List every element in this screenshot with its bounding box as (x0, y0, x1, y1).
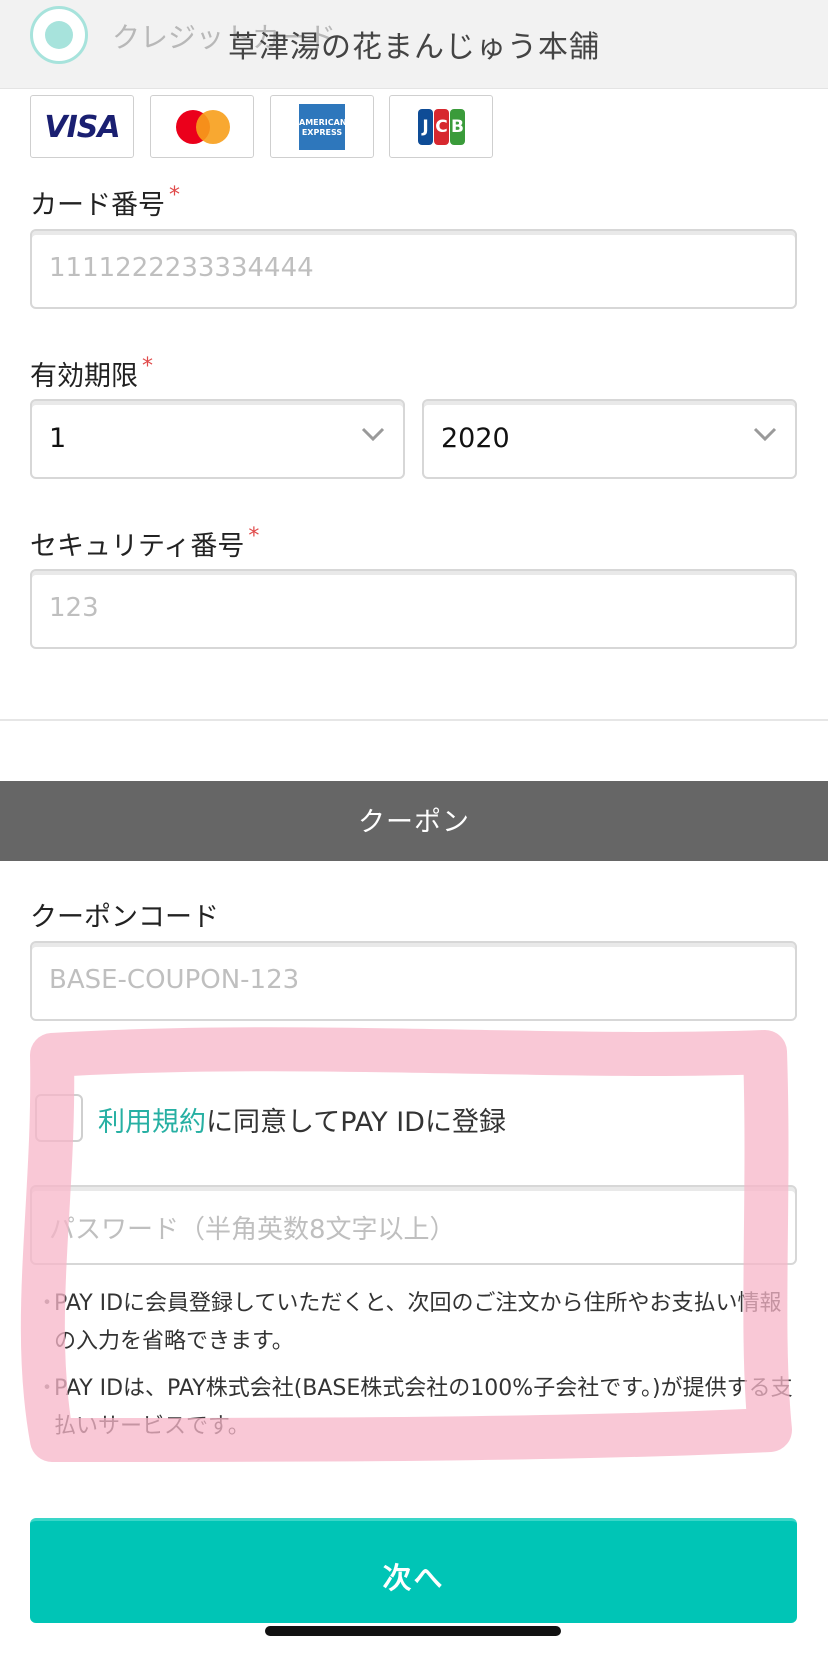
jcb-b: B (450, 109, 465, 145)
security-code-label-text: セキュリティ番号 (30, 531, 245, 562)
security-code-label: セキュリティ番号 * (30, 524, 259, 563)
jcb-logo-mark: J C B (418, 109, 466, 145)
note-bullet: ・ (36, 1376, 59, 1401)
next-button[interactable]: 次へ (30, 1518, 797, 1623)
note-text: PAY IDに会員登録していただくと、次回のご注文から住所やお支払い情報の入力を… (54, 1291, 782, 1354)
password-placeholder: パスワード（半角英数8文字以上） (49, 1215, 456, 1245)
terms-agree-label: 利用規約に同意してPAY IDに登録 (98, 1100, 506, 1139)
terms-link[interactable]: 利用規約 (98, 1107, 206, 1138)
coupon-code-placeholder: BASE-COUPON-123 (49, 965, 300, 995)
mastercard-logo-icon (150, 95, 254, 158)
coupon-code-label: クーポンコード (30, 902, 219, 933)
amex-line-1: AMERICAN (299, 118, 347, 127)
visa-logo-icon: VISA (30, 95, 134, 158)
next-button-label: 次へ (382, 1561, 445, 1595)
required-mark: * (248, 524, 260, 549)
expiry-month-value: 1 (49, 423, 67, 454)
expiry-label: 有効期限 * (30, 354, 153, 393)
expiry-label-text: 有効期限 (30, 361, 138, 392)
pay-id-note: ・ PAY IDは、PAY株式会社(BASE株式会社の100%子会社です。)が提… (36, 1370, 796, 1446)
card-number-input[interactable]: 1111222233334444 (30, 229, 797, 309)
jcb-logo-icon: J C B (389, 95, 493, 158)
amex-logo-icon: AMERICAN EXPRESS (270, 95, 374, 158)
card-number-placeholder: 1111222233334444 (49, 253, 314, 283)
note-bullet: ・ (36, 1291, 59, 1316)
security-code-placeholder: 123 (49, 593, 99, 623)
agree-text: に同意してPAY IDに登録 (206, 1107, 506, 1138)
card-number-label-text: カード番号 (30, 190, 165, 221)
required-mark: * (142, 354, 153, 379)
terms-agree-checkbox[interactable] (35, 1094, 83, 1142)
visa-logo-text: VISA (44, 110, 120, 145)
mastercard-orange-circle (196, 110, 230, 144)
coupon-code-input[interactable]: BASE-COUPON-123 (30, 941, 797, 1021)
jcb-c: C (434, 109, 449, 145)
chevron-down-icon (753, 427, 777, 441)
password-input[interactable]: パスワード（半角英数8文字以上） (30, 1185, 797, 1265)
coupon-section-title: クーポン (358, 807, 470, 838)
home-indicator[interactable] (265, 1626, 561, 1636)
card-number-label: カード番号 * (30, 183, 180, 222)
required-mark: * (169, 183, 180, 208)
section-divider (0, 719, 828, 721)
expiry-year-value: 2020 (441, 423, 510, 454)
amex-line-2: EXPRESS (301, 128, 343, 137)
jcb-j: J (418, 109, 433, 145)
expiry-year-select[interactable]: 2020 (422, 399, 797, 479)
expiry-month-select[interactable]: 1 (30, 399, 405, 479)
amex-logo-box: AMERICAN EXPRESS (299, 104, 347, 150)
security-code-input[interactable]: 123 (30, 569, 797, 649)
chevron-down-icon (361, 427, 385, 441)
note-text: PAY IDは、PAY株式会社(BASE株式会社の100%子会社です。)が提供す… (54, 1376, 793, 1439)
pay-id-note: ・ PAY IDに会員登録していただくと、次回のご注文から住所やお支払い情報の入… (36, 1285, 796, 1361)
shop-title: 草津湯の花まんじゅう本舗 (228, 30, 600, 65)
